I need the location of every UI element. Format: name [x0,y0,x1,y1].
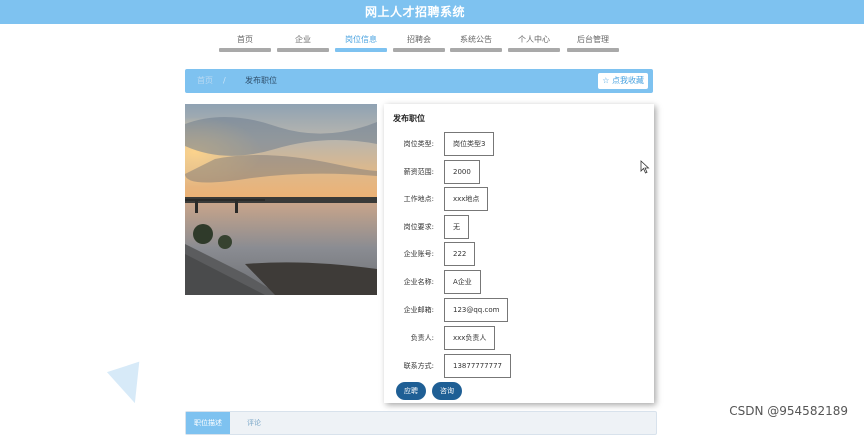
breadcrumb: 首页 / 发布职位 ☆ 点我收藏 [185,69,653,93]
field-value: 2000 [444,160,480,184]
field-value: 123@qq.com [444,298,509,322]
watermark: CSDN @954582189 [729,404,848,418]
detail-tabs: 职位描述 评论 [185,411,657,435]
field-label: 岗位要求: [403,223,434,231]
field-row-work-location: 工作地点: xxx地点 [384,187,654,211]
field-value: 13877777777 [444,354,511,378]
sunset-lake-photo [185,104,377,295]
field-row-company-account: 企业账号: 222 [384,242,654,266]
field-label: 企业账号: [403,250,434,258]
field-label: 岗位类型: [403,140,434,148]
decorative-triangle [106,361,152,409]
field-row-salary-range: 薪资范围: 2000 [384,160,654,184]
nav-item-home[interactable]: 首页 [219,34,271,52]
position-image [185,104,377,295]
field-row-company-name: 企业名称: A企业 [384,270,654,294]
field-label: 薪资范围: [403,168,434,176]
nav-item-company[interactable]: 企业 [277,34,329,52]
nav-item-job-fair[interactable]: 招聘会 [393,34,445,52]
breadcrumb-separator: / [223,76,226,85]
field-label: 联系方式: [403,362,434,370]
nav-item-label: 首页 [237,35,253,44]
nav-item-personal-center[interactable]: 个人中心 [508,34,560,52]
nav-item-label: 个人中心 [518,35,550,44]
nav-item-underline [508,48,560,52]
nav-item-underline [335,48,387,52]
favorite-button[interactable]: ☆ 点我收藏 [598,73,648,89]
nav-item-announcements[interactable]: 系统公告 [450,34,502,52]
tab-position-description[interactable]: 职位描述 [186,412,230,434]
detail-title: 发布职位 [393,114,425,123]
field-value: 222 [444,242,476,266]
field-label: 工作地点: [403,195,434,203]
nav-item-label: 企业 [295,35,311,44]
nav-item-underline [567,48,619,52]
field-label: 企业名称: [403,278,434,286]
breadcrumb-home-link[interactable]: 首页 [197,69,213,93]
field-row-requirements: 岗位要求: 无 [384,215,654,239]
field-row-contact-person: 负责人: xxx负责人 [384,326,654,350]
mouse-cursor-icon [640,160,650,174]
nav-item-label: 招聘会 [407,35,431,44]
consult-button[interactable]: 咨询 [432,382,462,400]
field-row-position-type: 岗位类型: 岗位类型3 [384,132,654,156]
position-detail-card: 发布职位 岗位类型: 岗位类型3 薪资范围: 2000 工作地点: xxx地点 … [384,104,654,403]
apply-button[interactable]: 应聘 [396,382,426,400]
favorite-button-label: ☆ 点我收藏 [602,76,644,85]
nav-item-label: 系统公告 [460,35,492,44]
nav-item-admin[interactable]: 后台管理 [567,34,619,52]
site-title: 网上人才招聘系统 [364,5,465,19]
field-value: 无 [444,215,469,239]
field-value: xxx负责人 [444,326,496,350]
nav-item-positions[interactable]: 岗位信息 [335,34,387,52]
field-label: 负责人: [410,334,434,342]
top-header-bar: 网上人才招聘系统 [0,0,864,24]
field-value: 岗位类型3 [444,132,495,156]
nav-item-label: 岗位信息 [345,35,377,44]
nav-item-label: 后台管理 [577,35,609,44]
nav-item-underline [393,48,445,52]
field-row-company-email: 企业邮箱: 123@qq.com [384,298,654,322]
nav-item-underline [450,48,502,52]
nav-item-underline [219,48,271,52]
field-value: A企业 [444,270,481,294]
breadcrumb-current: 发布职位 [245,76,277,85]
tab-comments[interactable]: 评论 [236,412,272,434]
field-label: 企业邮箱: [403,306,434,314]
field-row-phone: 联系方式: 13877777777 [384,354,654,378]
field-value: xxx地点 [444,187,489,211]
nav-item-underline [277,48,329,52]
